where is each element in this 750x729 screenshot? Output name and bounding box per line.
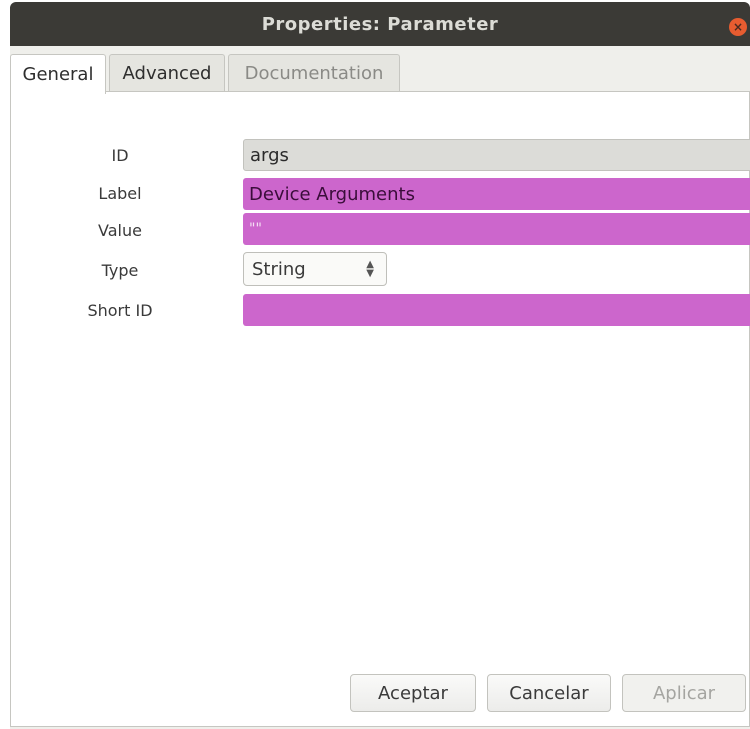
up-down-arrows-icon: ▲ ▼ — [366, 259, 374, 279]
id-label: ID — [111, 146, 129, 165]
tab-documentation[interactable]: Documentation — [228, 54, 400, 92]
tab-advanced[interactable]: Advanced — [109, 54, 225, 92]
id-field[interactable]: args — [243, 139, 750, 171]
value-label: Value — [98, 221, 142, 240]
ok-button[interactable]: Aceptar — [350, 674, 476, 712]
value-field[interactable]: "" — [243, 213, 750, 245]
close-icon[interactable]: × — [729, 18, 747, 36]
window-titlebar[interactable]: Properties: Parameter × — [10, 2, 750, 46]
window-title: Properties: Parameter — [261, 13, 499, 35]
short-id-field[interactable] — [243, 294, 750, 326]
label-label: Label — [98, 184, 142, 203]
general-properties-panel: ID args Label Device Arguments Value "" … — [10, 91, 750, 727]
tab-general[interactable]: General — [10, 54, 106, 94]
type-select-value: String — [252, 258, 306, 280]
cancel-button[interactable]: Cancelar — [487, 674, 611, 712]
label-field[interactable]: Device Arguments — [243, 178, 750, 210]
apply-button[interactable]: Aplicar — [622, 674, 746, 712]
type-label: Type — [101, 261, 139, 280]
type-select[interactable]: String ▲ ▼ — [243, 252, 387, 286]
dialog-body: General Advanced Documentation ID args L… — [10, 46, 750, 729]
short-id-label: Short ID — [87, 301, 153, 320]
